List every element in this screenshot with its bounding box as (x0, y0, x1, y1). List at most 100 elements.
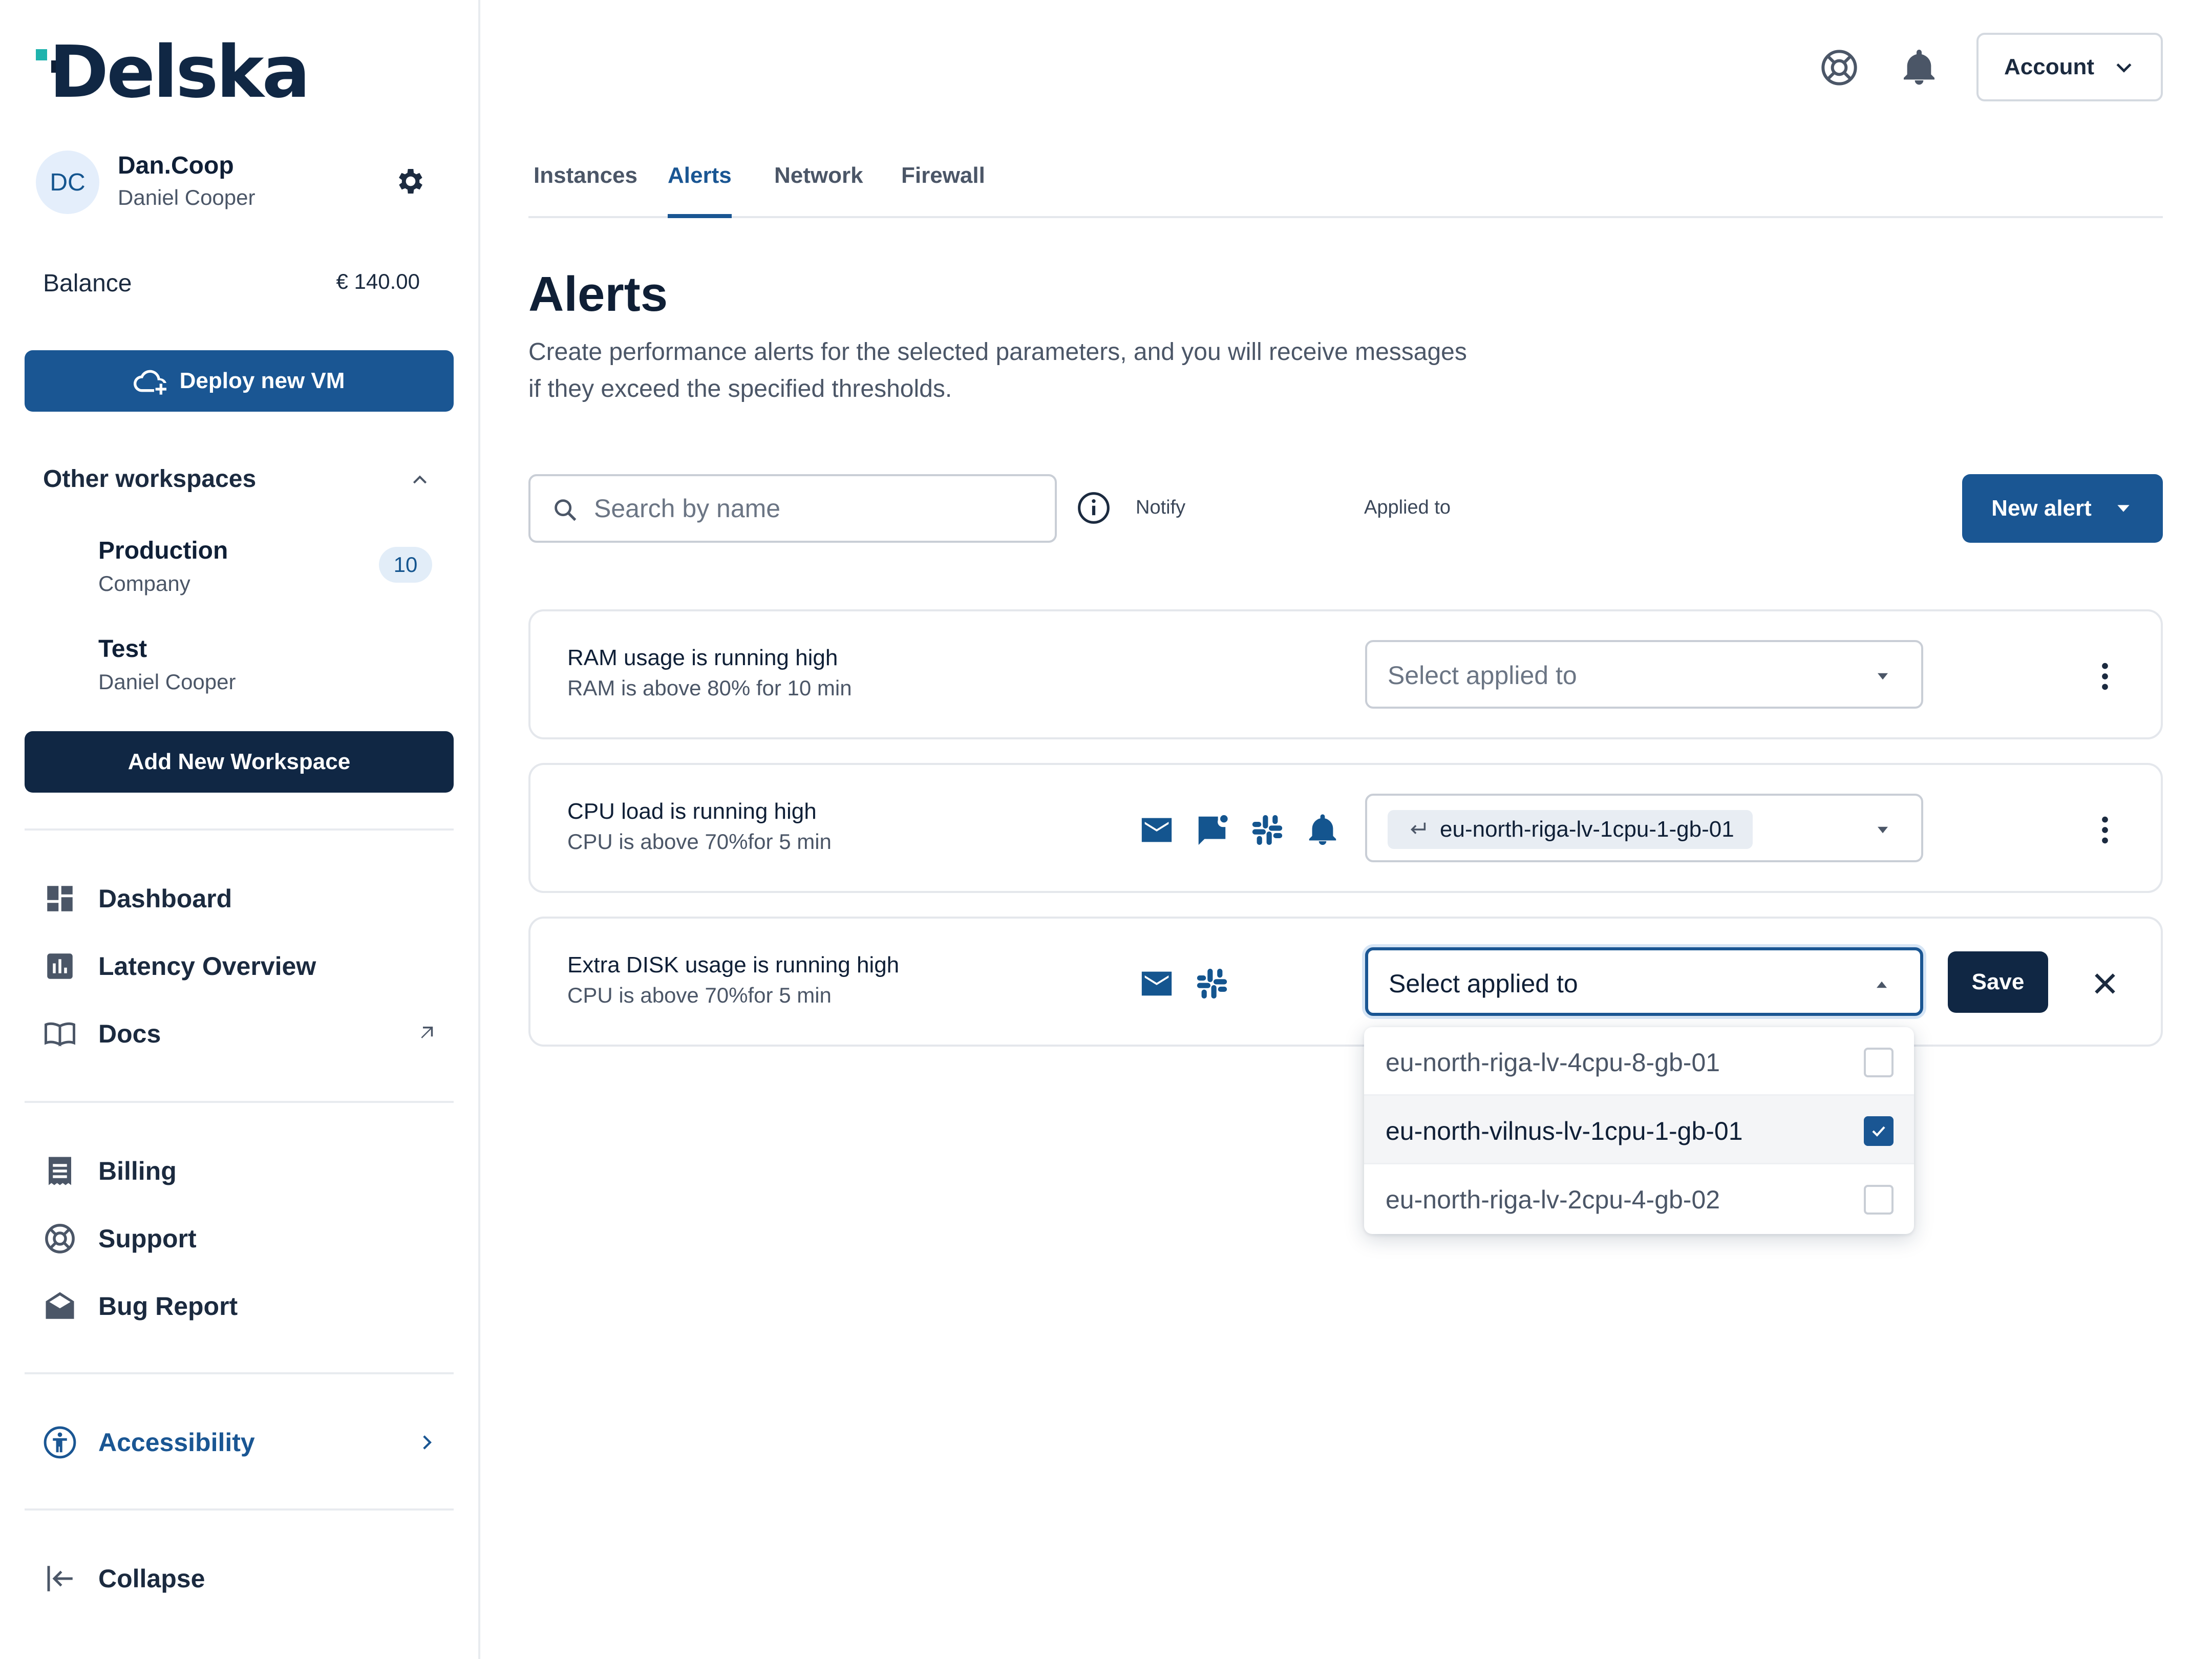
caret-down-icon (1878, 826, 1888, 834)
dropdown-option[interactable]: eu-north-vilnus-lv-1cpu-1-gb-01 (1364, 1096, 1914, 1164)
bar-chart-icon (47, 953, 73, 979)
other-workspaces-heading: Other workspaces (43, 465, 257, 493)
more-options-icon[interactable] (2087, 658, 2123, 694)
info-icon[interactable] (1076, 491, 1111, 525)
alert-condition: CPU is above 70%for 5 min (567, 983, 832, 1007)
tab-instances[interactable]: Instances (534, 163, 637, 218)
chevron-down-icon (2116, 63, 2132, 73)
email-icon[interactable] (1139, 966, 1175, 1002)
nav-label: Latency Overview (98, 952, 316, 981)
lifebuoy-icon (45, 1224, 75, 1253)
applied-to-select[interactable]: eu-north-riga-lv-1cpu-1-gb-01 (1365, 794, 1923, 862)
dashboard-icon (47, 886, 73, 911)
logo-mark (36, 49, 47, 60)
page-title: Alerts (528, 267, 668, 322)
nav-item-dashboard[interactable]: Dashboard (43, 876, 437, 922)
nav-label: Support (98, 1224, 197, 1253)
workspace-count-badge: 10 (379, 547, 432, 583)
chevron-up-icon[interactable] (410, 470, 430, 491)
more-options-icon[interactable] (2087, 812, 2123, 848)
workspace-item-test[interactable]: Test Daniel Cooper (98, 635, 446, 701)
divider (25, 1101, 454, 1103)
option-label: eu-north-vilnus-lv-1cpu-1-gb-01 (1386, 1117, 1743, 1145)
add-new-workspace-button[interactable]: Add New Workspace (25, 731, 454, 793)
dropdown-option[interactable]: eu-north-riga-lv-2cpu-4-gb-02 (1364, 1164, 1914, 1233)
option-checkbox[interactable] (1864, 1185, 1894, 1215)
email-icon[interactable] (1139, 812, 1175, 848)
balance-value: € 140.00 (336, 269, 420, 293)
applied-to-chip[interactable]: eu-north-riga-lv-1cpu-1-gb-01 (1388, 810, 1753, 849)
tab-bar: Instances Alerts Network Firewall (528, 154, 2163, 218)
slack-icon[interactable] (1249, 812, 1285, 848)
workspace-type: Daniel Cooper (98, 670, 236, 694)
receipt-icon (49, 1157, 71, 1185)
nav-item-latency-overview[interactable]: Latency Overview (43, 943, 437, 989)
user-full-name: Daniel Cooper (118, 185, 256, 209)
collapse-icon (47, 1566, 73, 1591)
search-icon (555, 499, 577, 521)
tab-firewall[interactable]: Firewall (901, 163, 985, 218)
chip-label: eu-north-riga-lv-1cpu-1-gb-01 (1440, 817, 1734, 842)
divider (25, 828, 454, 831)
nav-item-collapse[interactable]: Collapse (43, 1556, 437, 1602)
nav-item-billing[interactable]: Billing (43, 1148, 437, 1194)
chevron-right-icon (423, 1435, 432, 1450)
alert-title: CPU load is running high (567, 799, 817, 824)
accessibility-icon (44, 1426, 76, 1459)
nav-item-accessibility[interactable]: Accessibility (43, 1419, 437, 1465)
bell-icon[interactable] (1305, 812, 1341, 848)
nav-label: Billing (98, 1157, 177, 1185)
search-box (528, 474, 1057, 543)
nav-label: Collapse (98, 1564, 205, 1593)
nav-label: Bug Report (98, 1292, 238, 1321)
alert-condition: RAM is above 80% for 10 min (567, 676, 852, 700)
select-placeholder: Select applied to (1389, 969, 1578, 998)
option-checkbox[interactable] (1864, 1116, 1894, 1146)
save-button[interactable]: Save (1948, 951, 2048, 1013)
alert-card: CPU load is running high CPU is above 70… (528, 763, 2163, 893)
divider (25, 1372, 454, 1374)
workspace-name: Production (98, 537, 228, 564)
alert-card: RAM usage is running high RAM is above 8… (528, 609, 2163, 739)
return-arrow-icon (1411, 822, 1426, 834)
username: Dan.Coop (118, 152, 234, 179)
tab-network[interactable]: Network (774, 163, 863, 218)
delska-logo[interactable]: Delska (36, 37, 310, 109)
option-checkbox[interactable] (1864, 1048, 1894, 1077)
dropdown-option[interactable]: eu-north-riga-lv-4cpu-8-gb-01 (1364, 1027, 1914, 1096)
alert-title: Extra DISK usage is running high (567, 952, 900, 977)
bell-icon[interactable] (1899, 47, 1940, 88)
select-placeholder: Select applied to (1388, 661, 1577, 690)
new-alert-label: New alert (1991, 496, 2092, 521)
checkmark-icon (1872, 1126, 1885, 1137)
new-alert-button[interactable]: New alert (1962, 474, 2163, 543)
account-menu-button[interactable]: Account (1976, 33, 2163, 101)
chat-icon[interactable] (1194, 812, 1230, 848)
applied-to-select[interactable]: Select applied to (1365, 947, 1923, 1016)
user-profile: DC Dan.Coop Daniel Cooper (36, 150, 435, 214)
book-icon (45, 1022, 75, 1047)
avatar[interactable]: DC (36, 151, 99, 214)
slack-icon[interactable] (1194, 966, 1230, 1002)
workspace-name: Test (98, 635, 147, 663)
applied-to-select[interactable]: Select applied to (1365, 640, 1923, 709)
external-link-icon (421, 1027, 433, 1038)
alert-condition: CPU is above 70%for 5 min (567, 830, 832, 854)
nav-item-docs[interactable]: Docs (43, 1011, 437, 1057)
applied-to-dropdown: eu-north-riga-lv-4cpu-8-gb-01 eu-north-v… (1364, 1027, 1914, 1234)
deploy-vm-label: Deploy new VM (179, 368, 345, 393)
account-label: Account (2004, 54, 2094, 79)
nav-item-bug-report[interactable]: Bug Report (43, 1283, 437, 1329)
lifebuoy-icon[interactable] (1819, 47, 1860, 88)
sidebar: Delska DC Dan.Coop Daniel Cooper Balance… (0, 0, 480, 1659)
logo-text: Delska (49, 31, 310, 114)
balance-label: Balance (43, 270, 132, 297)
tab-alerts[interactable]: Alerts (668, 163, 732, 218)
workspace-item-production[interactable]: Production Company 10 (98, 537, 446, 603)
close-icon[interactable] (2087, 966, 2123, 1002)
nav-item-support[interactable]: Support (43, 1216, 437, 1262)
search-input[interactable] (594, 491, 1034, 526)
deploy-vm-button[interactable]: Deploy new VM (25, 350, 454, 412)
gear-icon[interactable] (394, 165, 427, 198)
option-label: eu-north-riga-lv-4cpu-8-gb-01 (1386, 1048, 1720, 1077)
